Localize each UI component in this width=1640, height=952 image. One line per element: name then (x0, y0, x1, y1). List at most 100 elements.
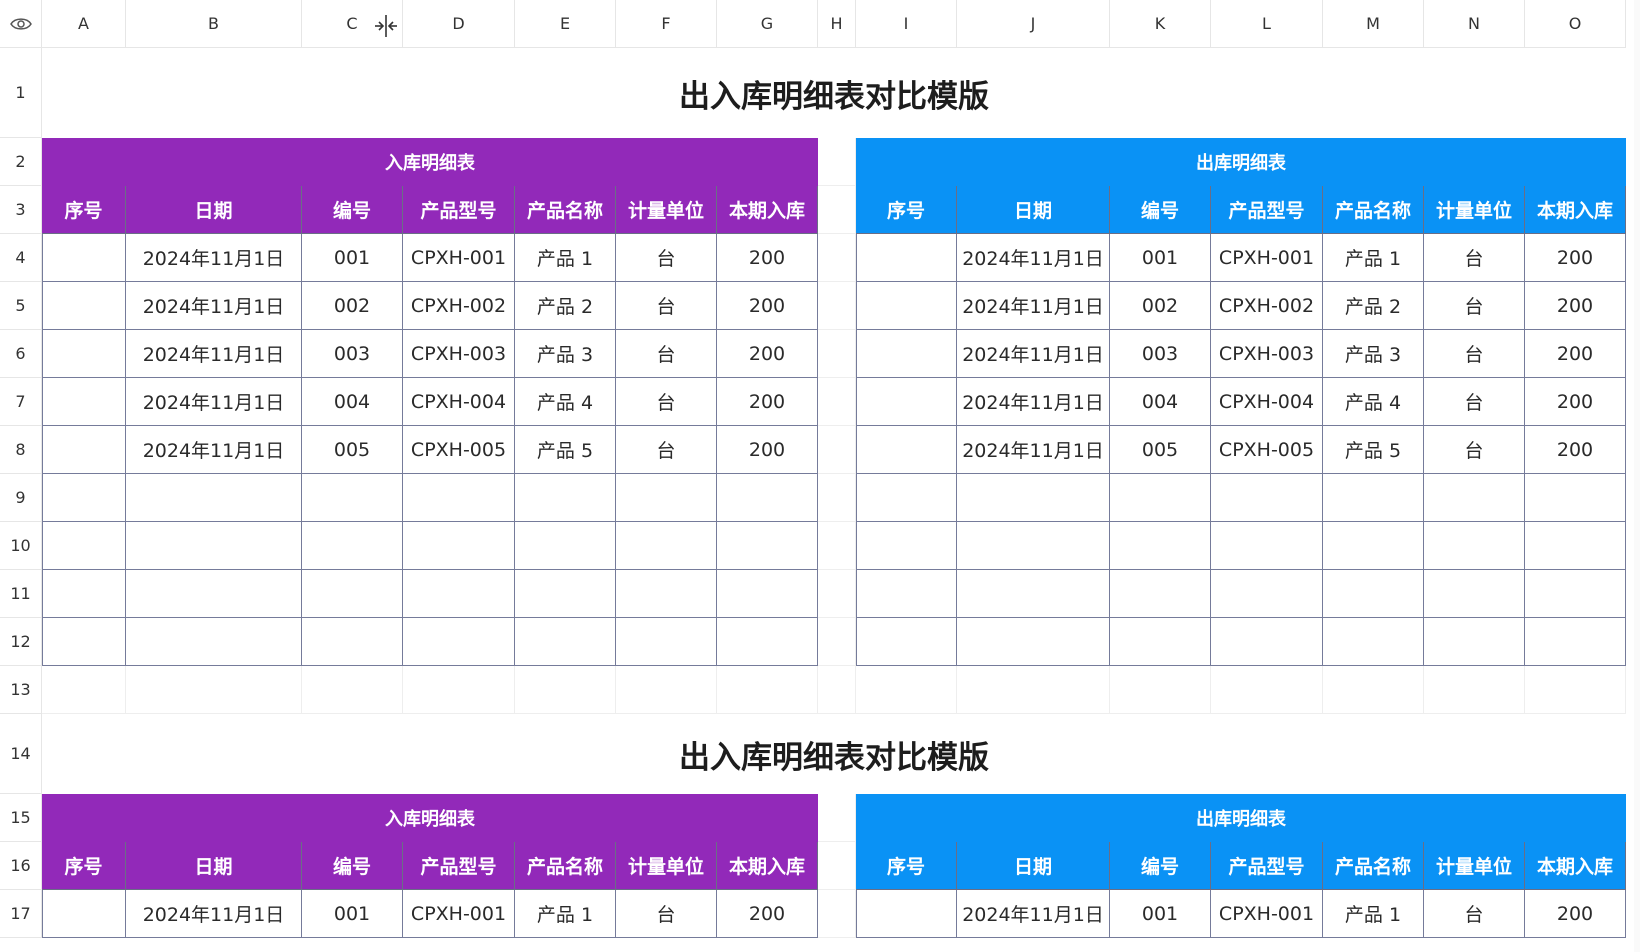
out-cell-unit[interactable]: 台 (1424, 234, 1525, 282)
in-cell-name[interactable]: 产品 3 (515, 330, 616, 378)
in-cell-code[interactable] (302, 570, 403, 618)
in-cell-seq[interactable] (42, 570, 126, 618)
out-cell-model[interactable] (1211, 522, 1323, 570)
in-header-name[interactable]: 产品名称 (515, 842, 616, 890)
out-cell-model[interactable] (1211, 570, 1323, 618)
out-cell-date[interactable]: 2024年11月1日 (957, 234, 1110, 282)
out-cell-model[interactable] (1211, 474, 1323, 522)
cell-empty[interactable] (818, 570, 856, 618)
in-cell-qty[interactable] (717, 474, 818, 522)
in-cell-name[interactable]: 产品 1 (515, 234, 616, 282)
out-cell-code[interactable] (1110, 474, 1211, 522)
in-cell-unit[interactable]: 台 (616, 330, 717, 378)
in-cell-name[interactable] (515, 474, 616, 522)
in-cell-seq[interactable] (42, 522, 126, 570)
row-header-12[interactable]: 12 (0, 618, 42, 666)
in-cell-code[interactable]: 005 (302, 426, 403, 474)
out-cell-seq[interactable] (856, 282, 957, 330)
in-cell-model[interactable]: CPXH-005 (403, 426, 515, 474)
out-cell-code[interactable] (1110, 522, 1211, 570)
in-cell-qty[interactable]: 200 (717, 378, 818, 426)
in-cell-name[interactable] (515, 522, 616, 570)
select-all-corner[interactable] (0, 0, 42, 48)
row-header-1[interactable]: 1 (0, 48, 42, 138)
in-header-qty[interactable]: 本期入库 (717, 186, 818, 234)
in-cell-unit[interactable] (616, 618, 717, 666)
out-cell-model[interactable]: CPXH-001 (1211, 890, 1323, 938)
out-cell-unit[interactable]: 台 (1424, 282, 1525, 330)
out-header-unit[interactable]: 计量单位 (1424, 186, 1525, 234)
out-cell-qty[interactable]: 200 (1525, 330, 1626, 378)
cell-empty[interactable] (1525, 666, 1626, 714)
out-cell-date[interactable]: 2024年11月1日 (957, 330, 1110, 378)
in-cell-qty[interactable]: 200 (717, 330, 818, 378)
out-cell-seq[interactable] (856, 330, 957, 378)
in-cell-model[interactable] (403, 618, 515, 666)
in-cell-date[interactable] (126, 618, 302, 666)
in-cell-model[interactable] (403, 522, 515, 570)
cell-empty[interactable] (957, 666, 1110, 714)
in-cell-model[interactable]: CPXH-001 (403, 890, 515, 938)
in-cell-seq[interactable] (42, 426, 126, 474)
column-header-A[interactable]: A (42, 0, 126, 48)
in-cell-code[interactable] (302, 522, 403, 570)
out-cell-code[interactable]: 003 (1110, 330, 1211, 378)
cell-empty[interactable] (818, 890, 856, 938)
cell-empty[interactable] (818, 282, 856, 330)
in-cell-name[interactable] (515, 570, 616, 618)
out-cell-seq[interactable] (856, 618, 957, 666)
out-cell-code[interactable]: 005 (1110, 426, 1211, 474)
row-header-13[interactable]: 13 (0, 666, 42, 714)
column-header-I[interactable]: I (856, 0, 957, 48)
out-cell-qty[interactable] (1525, 570, 1626, 618)
in-cell-seq[interactable] (42, 890, 126, 938)
in-cell-seq[interactable] (42, 234, 126, 282)
out-cell-qty[interactable]: 200 (1525, 378, 1626, 426)
in-cell-model[interactable]: CPXH-002 (403, 282, 515, 330)
out-cell-seq[interactable] (856, 522, 957, 570)
out-cell-unit[interactable] (1424, 522, 1525, 570)
cell-empty[interactable] (818, 474, 856, 522)
in-cell-unit[interactable]: 台 (616, 234, 717, 282)
out-cell-date[interactable] (957, 474, 1110, 522)
row-header-16[interactable]: 16 (0, 842, 42, 890)
row-header-8[interactable]: 8 (0, 426, 42, 474)
in-cell-model[interactable] (403, 474, 515, 522)
column-header-K[interactable]: K (1110, 0, 1211, 48)
in-cell-name[interactable]: 产品 1 (515, 890, 616, 938)
in-cell-code[interactable]: 001 (302, 234, 403, 282)
out-header-seq[interactable]: 序号 (856, 842, 957, 890)
out-cell-code[interactable]: 004 (1110, 378, 1211, 426)
in-cell-seq[interactable] (42, 618, 126, 666)
out-cell-unit[interactable]: 台 (1424, 330, 1525, 378)
out-cell-model[interactable]: CPXH-001 (1211, 234, 1323, 282)
out-cell-qty[interactable]: 200 (1525, 426, 1626, 474)
out-cell-name[interactable]: 产品 1 (1323, 890, 1424, 938)
out-cell-qty[interactable] (1525, 522, 1626, 570)
column-header-N[interactable]: N (1424, 0, 1525, 48)
vertical-scroll-edge[interactable] (1634, 0, 1640, 952)
out-header-code[interactable]: 编号 (1110, 186, 1211, 234)
in-header-model[interactable]: 产品型号 (403, 842, 515, 890)
cell-empty[interactable] (818, 186, 856, 234)
sheet-title[interactable]: 出入库明细表对比模版 (42, 48, 1626, 138)
out-cell-date[interactable] (957, 570, 1110, 618)
cell-empty[interactable] (1110, 666, 1211, 714)
in-cell-code[interactable]: 004 (302, 378, 403, 426)
out-header-qty[interactable]: 本期入库 (1525, 186, 1626, 234)
cell-empty[interactable] (818, 378, 856, 426)
in-cell-model[interactable]: CPXH-001 (403, 234, 515, 282)
in-table-title[interactable]: 入库明细表 (42, 138, 818, 186)
cell-empty[interactable] (42, 666, 126, 714)
in-header-model[interactable]: 产品型号 (403, 186, 515, 234)
cell-empty[interactable] (818, 138, 856, 186)
in-cell-date[interactable] (126, 522, 302, 570)
cell-empty[interactable] (818, 794, 856, 842)
cell-empty[interactable] (717, 666, 818, 714)
out-cell-seq[interactable] (856, 474, 957, 522)
in-cell-unit[interactable] (616, 522, 717, 570)
column-header-L[interactable]: L (1211, 0, 1323, 48)
out-cell-code[interactable]: 002 (1110, 282, 1211, 330)
out-cell-date[interactable] (957, 522, 1110, 570)
in-header-date[interactable]: 日期 (126, 186, 302, 234)
